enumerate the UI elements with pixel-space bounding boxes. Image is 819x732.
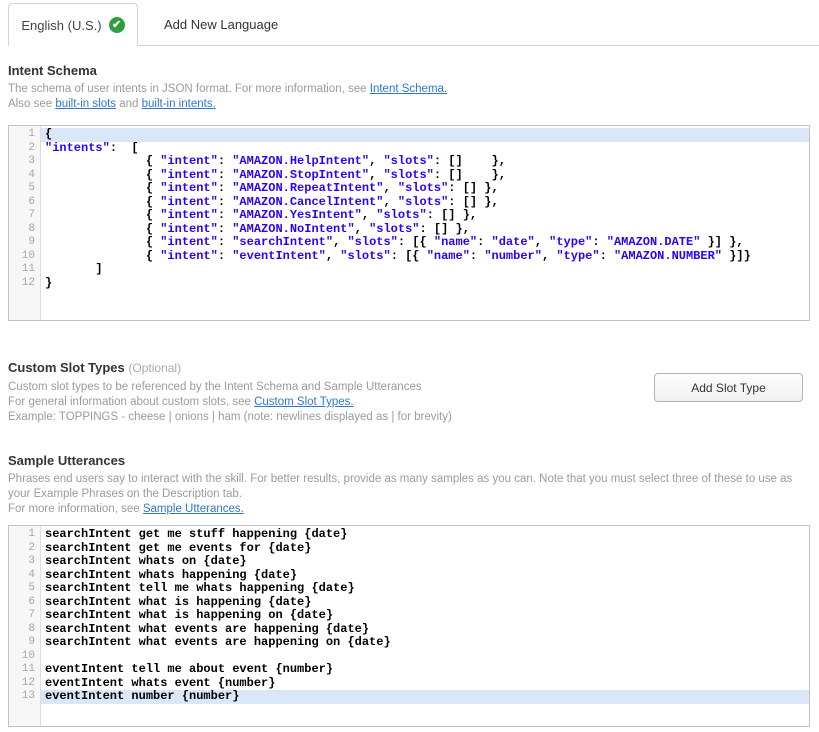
code-line[interactable]: searchIntent get me events for {date} (41, 542, 809, 556)
line-number: 6 (9, 596, 35, 610)
intent-schema-link[interactable]: Intent Schema. (370, 83, 447, 95)
line-number-gutter: 12345678910111213 (9, 526, 41, 726)
line-number: 4 (9, 569, 35, 583)
line-number-gutter: 123456789101112 (9, 126, 41, 320)
tab-bar-divider (137, 45, 819, 46)
code-line[interactable]: { "intent": "AMAZON.RepeatIntent", "slot… (41, 182, 809, 196)
code-line[interactable]: searchIntent whats happening {date} (41, 569, 809, 583)
custom-slot-types-link[interactable]: Custom Slot Types. (254, 396, 354, 408)
line-number: 11 (9, 263, 35, 277)
code-line[interactable]: { "intent": "AMAZON.YesIntent", "slots":… (41, 209, 809, 223)
tab-english-us-label: English (U.S.) (21, 18, 101, 33)
line-number: 12 (9, 277, 35, 291)
code-line[interactable]: eventIntent tell me about event {number} (41, 663, 809, 677)
line-number: 12 (9, 677, 35, 691)
sample-utterances-desc1: Phrases end users say to interact with t… (8, 472, 803, 502)
code-line[interactable]: } (41, 277, 809, 291)
line-number: 3 (9, 155, 35, 169)
tab-add-new-language-label: Add New Language (164, 17, 278, 32)
code-line[interactable]: { "intent": "AMAZON.StopIntent", "slots"… (41, 169, 809, 183)
code-line[interactable]: searchIntent tell me whats happening {da… (41, 582, 809, 596)
tab-add-new-language[interactable]: Add New Language (146, 3, 296, 45)
built-in-slots-link[interactable]: built-in slots (55, 98, 116, 110)
sample-utterances-title: Sample Utterances (8, 453, 819, 468)
line-number: 5 (9, 182, 35, 196)
line-number: 8 (9, 223, 35, 237)
intent-schema-code-editor[interactable]: 123456789101112 {"intents": [ { "intent"… (8, 125, 810, 321)
intent-schema-description: The schema of user intents in JSON forma… (8, 82, 803, 97)
built-in-intents-link[interactable]: built-in intents. (142, 98, 216, 110)
intent-schema-also-see: Also see built-in slots and built-in int… (8, 97, 803, 112)
line-number: 1 (9, 128, 35, 142)
line-number: 5 (9, 582, 35, 596)
code-line[interactable]: searchIntent what events are happening {… (41, 623, 809, 637)
code-line[interactable]: eventIntent number {number} (41, 690, 809, 704)
code-line[interactable]: searchIntent get me stuff happening {dat… (41, 528, 809, 542)
code-line[interactable] (41, 650, 809, 664)
also-see-and-text: and (116, 98, 142, 110)
sample-utterances-link[interactable]: Sample Utterances. (143, 503, 244, 515)
line-number: 6 (9, 196, 35, 210)
line-number: 7 (9, 609, 35, 623)
sample-utterances-desc2: For more information, see Sample Utteran… (8, 502, 803, 517)
line-number: 8 (9, 623, 35, 637)
check-circle-icon: ✔ (109, 17, 125, 33)
code-line[interactable]: { "intent": "searchIntent", "slots": [{ … (41, 236, 809, 250)
line-number: 10 (9, 250, 35, 264)
code-line[interactable]: "intents": [ (41, 142, 809, 156)
intent-schema-title: Intent Schema (8, 63, 819, 78)
code-line[interactable]: searchIntent what is happening on {date} (41, 609, 809, 623)
sample-utterances-desc-text: For more information, see (8, 503, 143, 515)
also-see-text: Also see (8, 98, 55, 110)
line-number: 1 (9, 528, 35, 542)
line-number: 9 (9, 636, 35, 650)
line-number: 7 (9, 209, 35, 223)
code-line[interactable]: { (41, 128, 809, 142)
code-area[interactable]: searchIntent get me stuff happening {dat… (41, 526, 809, 726)
sample-utterances-section: Sample Utterances Phrases end users say … (8, 453, 819, 727)
code-line[interactable]: eventIntent whats event {number} (41, 677, 809, 691)
line-number: 13 (9, 690, 35, 704)
line-number: 4 (9, 169, 35, 183)
code-line[interactable]: ] (41, 263, 809, 277)
custom-slot-types-example: Example: TOPPINGS - cheese | onions | ha… (8, 410, 803, 425)
line-number: 2 (9, 542, 35, 556)
intent-schema-desc-text: The schema of user intents in JSON forma… (8, 83, 370, 95)
line-number: 9 (9, 236, 35, 250)
code-line[interactable]: { "intent": "AMAZON.CancelIntent", "slot… (41, 196, 809, 210)
add-slot-type-button[interactable]: Add Slot Type (654, 373, 803, 402)
code-area[interactable]: {"intents": [ { "intent": "AMAZON.HelpIn… (41, 126, 809, 320)
code-line[interactable]: { "intent": "AMAZON.NoIntent", "slots": … (41, 223, 809, 237)
line-number: 3 (9, 555, 35, 569)
language-tab-bar: English (U.S.) ✔ Add New Language (0, 0, 819, 46)
sample-utterances-code-editor[interactable]: 12345678910111213 searchIntent get me st… (8, 525, 810, 727)
code-line[interactable]: searchIntent what events are happening o… (41, 636, 809, 650)
optional-label: (Optional) (128, 361, 181, 375)
custom-slots-desc-text: For general information about custom slo… (8, 396, 254, 408)
code-line[interactable]: { "intent": "AMAZON.HelpIntent", "slots"… (41, 155, 809, 169)
custom-slot-types-title-text: Custom Slot Types (8, 360, 125, 375)
custom-slot-types-section: Custom Slot Types (Optional) Custom slot… (8, 360, 819, 425)
intent-schema-section: Intent Schema The schema of user intents… (8, 63, 819, 321)
line-number: 10 (9, 650, 35, 664)
code-line[interactable]: searchIntent what is happening {date} (41, 596, 809, 610)
code-line[interactable]: { "intent": "eventIntent", "slots": [{ "… (41, 250, 809, 264)
tab-english-us[interactable]: English (U.S.) ✔ (8, 3, 138, 46)
code-line[interactable]: searchIntent whats on {date} (41, 555, 809, 569)
line-number: 2 (9, 142, 35, 156)
line-number: 11 (9, 663, 35, 677)
